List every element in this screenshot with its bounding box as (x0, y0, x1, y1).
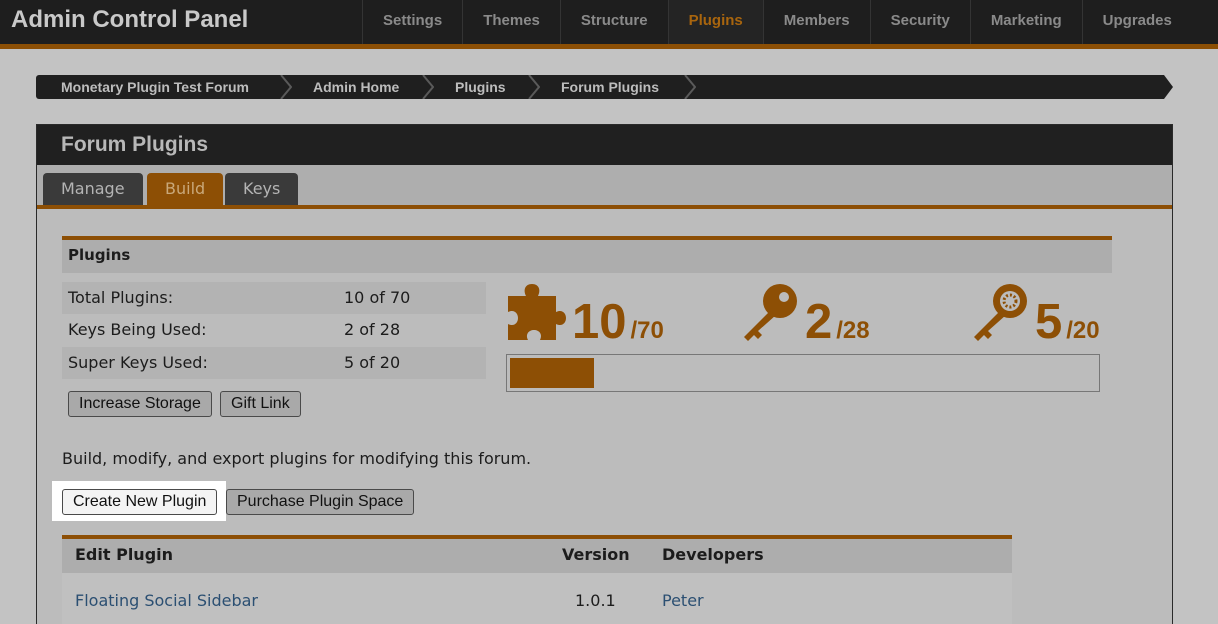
stat-value: 5 of 20 (344, 353, 401, 372)
table-row: Floating Social Sidebar 1.0.1 Peter (62, 573, 1012, 624)
breadcrumb-admin-home[interactable]: Admin Home (313, 75, 399, 99)
stat-label: Super Keys Used: (68, 353, 208, 372)
column-header-edit-plugin: Edit Plugin (75, 545, 174, 564)
breadcrumb-plugins[interactable]: Plugins (455, 75, 506, 99)
breadcrumb-separator-icon (684, 75, 696, 99)
nav-themes[interactable]: Themes (462, 0, 560, 44)
nav-members[interactable]: Members (762, 0, 870, 44)
storage-progress-fill (510, 358, 594, 388)
storage-progress-bar (506, 354, 1100, 392)
tab-build[interactable]: Build (147, 173, 224, 205)
stat-value: 10 of 70 (344, 288, 411, 307)
plugin-name-link[interactable]: Floating Social Sidebar (75, 591, 258, 610)
breadcrumb-forum-plugins[interactable]: Forum Plugins (561, 75, 659, 99)
top-bar-accent-stripe (0, 44, 1218, 49)
super-keys-counter-total: /20 (1066, 317, 1100, 344)
keys-counter-value: 2 (805, 295, 833, 349)
breadcrumb: Monetary Plugin Test Forum Admin Home Pl… (36, 75, 1173, 99)
breadcrumb-forum[interactable]: Monetary Plugin Test Forum (61, 75, 249, 99)
nav-upgrades[interactable]: Upgrades (1081, 0, 1192, 44)
column-header-version: Version (562, 545, 630, 564)
tab-underline (37, 205, 1172, 209)
breadcrumb-separator-icon (422, 75, 434, 99)
plugins-section-header: Plugins (62, 236, 1112, 273)
breadcrumb-separator-icon (280, 75, 292, 99)
tab-keys[interactable]: Keys (225, 173, 299, 205)
create-new-plugin-button[interactable]: Create New Plugin (62, 489, 218, 515)
key-icon (744, 284, 797, 341)
plugin-developer-link[interactable]: Peter (662, 591, 704, 610)
puzzle-piece-icon (508, 284, 566, 340)
plugins-table-header: Edit Plugin Version Developers (62, 535, 1012, 573)
app-title: Admin Control Panel (11, 6, 249, 33)
stat-value: 2 of 28 (344, 320, 401, 339)
gift-link-button[interactable]: Gift Link (220, 391, 301, 417)
top-bar: Admin Control Panel Settings Themes Stru… (0, 0, 1218, 44)
stat-row-total-plugins: Total Plugins: 10 of 70 (62, 282, 486, 314)
nav-security[interactable]: Security (869, 0, 970, 44)
stat-row-keys-used: Keys Being Used: 2 of 28 (62, 314, 486, 346)
purchase-plugin-space-button[interactable]: Purchase Plugin Space (226, 489, 415, 515)
nav-marketing[interactable]: Marketing (969, 0, 1082, 44)
keys-counter: 2/28 (805, 294, 870, 350)
stat-label: Total Plugins: (68, 288, 174, 307)
plugins-counter-total: /70 (630, 317, 664, 344)
super-keys-counter: 5/20 (1035, 294, 1100, 350)
column-header-developers: Developers (662, 545, 764, 564)
increase-storage-button[interactable]: Increase Storage (68, 391, 212, 417)
page-title: Forum Plugins (61, 133, 208, 156)
plugins-section-title: Plugins (68, 246, 131, 264)
nav-structure[interactable]: Structure (559, 0, 668, 44)
keys-counter-total: /28 (836, 317, 870, 344)
stat-row-super-keys-used: Super Keys Used: 5 of 20 (62, 347, 486, 379)
super-key-icon (974, 284, 1027, 341)
tab-manage[interactable]: Manage (43, 173, 143, 205)
plugins-counter-value: 10 (572, 295, 627, 349)
breadcrumb-separator-icon (528, 75, 540, 99)
panel-header: Forum Plugins (37, 125, 1172, 165)
plugin-version: 1.0.1 (575, 591, 616, 610)
super-keys-counter-value: 5 (1035, 295, 1063, 349)
stat-label: Keys Being Used: (68, 320, 207, 339)
nav-plugins[interactable]: Plugins (667, 0, 763, 44)
main-nav: Settings Themes Structure Plugins Member… (362, 0, 1192, 44)
plugins-description: Build, modify, and export plugins for mo… (62, 449, 532, 468)
nav-settings[interactable]: Settings (362, 0, 462, 44)
plugins-counter: 10/70 (572, 294, 664, 350)
